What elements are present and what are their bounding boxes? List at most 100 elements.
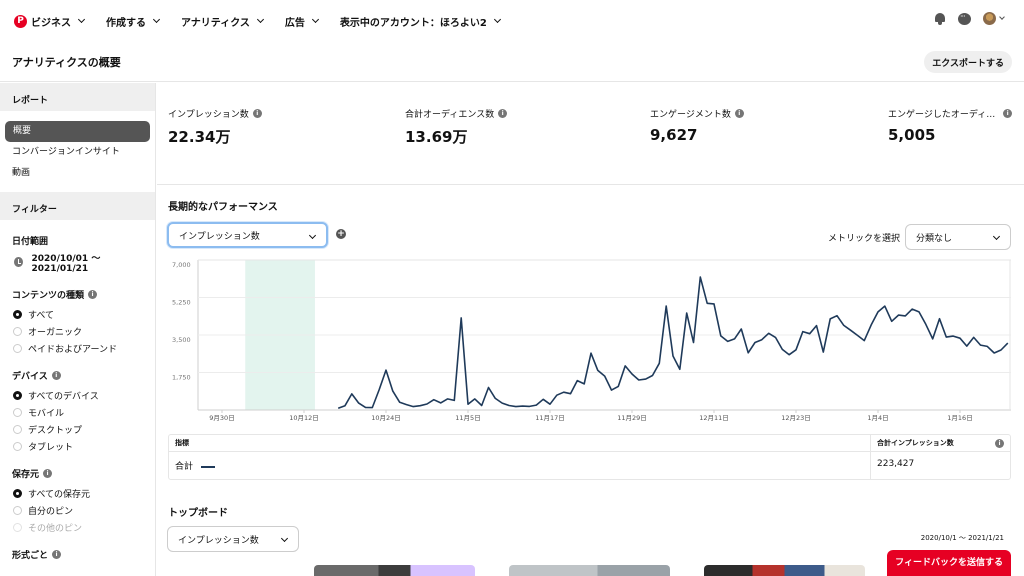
clock-icon xyxy=(14,257,23,267)
avatar[interactable] xyxy=(983,12,996,25)
info-icon[interactable]: i xyxy=(52,549,62,559)
x-tick-label: 10月12日 xyxy=(289,414,319,422)
chevron-down-icon xyxy=(311,15,319,24)
info-icon[interactable]: i xyxy=(498,109,508,118)
topboard-select-value: インプレッション数 xyxy=(178,535,259,546)
radio-label: ペイドおよびアーンド xyxy=(28,345,118,355)
table-row-label: 合計 xyxy=(175,459,216,472)
radio-device-all[interactable]: すべてのデバイス xyxy=(0,387,155,404)
bell-icon[interactable] xyxy=(934,12,946,25)
topboard-date-range: 2020/10/1 ～ 2021/1/21 xyxy=(920,534,1004,542)
radio-label: 自分のピン xyxy=(28,507,74,517)
radio-device-mobile[interactable]: モバイル xyxy=(0,404,155,421)
radio-content-organic[interactable]: オーガニック xyxy=(0,323,155,340)
metrics-summary: インプレッション数 i 22.34万 合計オーディエンス数 i 13.69万 エンゲ… xyxy=(157,83,1024,185)
performance-chart: 1,750 3,500 5,250 7,000 9月30日 10月12日 10月24日 11月… xyxy=(168,256,1011,426)
info-icon[interactable]: i xyxy=(734,109,744,118)
topboard-title: トップボード xyxy=(168,508,228,519)
nav-analytics[interactable]: アナリティクス xyxy=(181,14,264,29)
radio-selected-icon xyxy=(13,391,22,400)
chevron-down-icon xyxy=(308,231,317,240)
metric-label: エンゲージメント数 xyxy=(650,110,731,120)
performance-title: 長期的なパフォーマンス xyxy=(168,202,278,213)
x-tick-label: 11月5日 xyxy=(455,414,480,422)
sidebar-item-overview[interactable]: 概要 xyxy=(5,121,150,142)
nav-business-label: ビジネス xyxy=(31,17,71,29)
info-icon[interactable]: i xyxy=(995,439,1004,448)
feedback-button[interactable]: フィードバックを送信する xyxy=(887,550,1011,576)
x-tick-label: 12月11日 xyxy=(699,414,729,422)
metric-select-value: インプレッション数 xyxy=(179,231,260,242)
y-tick-label: 1,750 xyxy=(172,374,191,382)
nav-ads-label: 広告 xyxy=(284,17,305,29)
x-tick-label: 11月29日 xyxy=(617,414,647,422)
chat-icon[interactable] xyxy=(958,12,971,25)
topboard-select[interactable]: インプレッション数 xyxy=(167,526,299,552)
x-tick-label: 9月30日 xyxy=(209,414,234,422)
sidebar-item-conversion-insights[interactable]: コンバージョンインサイト xyxy=(0,142,155,163)
x-tick-label: 1月16日 xyxy=(947,414,972,422)
metric-label: インプレッション数 xyxy=(168,110,249,120)
radio-device-desktop[interactable]: デスクトップ xyxy=(0,421,155,438)
breakdown-select[interactable]: 分類なし xyxy=(905,224,1011,250)
metric-label: エンゲージしたオーディ… xyxy=(888,110,996,120)
metric-value: 13.69万 xyxy=(405,128,468,146)
metric-impressions: インプレッション数 i 22.34万 xyxy=(168,107,262,147)
nav-account[interactable]: 表示中のアカウント：ほろよい2 xyxy=(339,14,501,29)
x-tick-label: 12月23日 xyxy=(781,414,811,422)
radio-label: デスクトップ xyxy=(28,426,83,436)
date-range-label-text: 日付範囲 xyxy=(12,236,49,247)
impressions-series-line xyxy=(337,276,1009,410)
info-icon[interactable]: i xyxy=(88,289,98,299)
info-icon[interactable]: i xyxy=(252,109,262,118)
radio-selected-icon xyxy=(13,489,22,498)
radio-device-tablet[interactable]: タブレット xyxy=(0,438,155,455)
x-tick-label: 11月17日 xyxy=(535,414,565,422)
radio-empty-icon xyxy=(13,425,22,434)
breakdown-select-value: 分類なし xyxy=(916,233,953,244)
radio-content-paid[interactable]: ペイドおよびアーンド xyxy=(0,340,155,357)
board-thumbnail[interactable] xyxy=(509,565,670,576)
info-icon[interactable]: i xyxy=(43,468,53,478)
chevron-down-icon xyxy=(152,15,161,24)
chevron-down-icon[interactable] xyxy=(999,14,1005,20)
board-thumbnail[interactable] xyxy=(704,565,865,576)
chevron-down-icon xyxy=(256,15,264,24)
nav-business[interactable]: P ビジネス xyxy=(14,14,86,29)
radio-content-all[interactable]: すべて xyxy=(0,306,155,323)
radio-empty-icon xyxy=(13,327,22,336)
metric-engagements: エンゲージメント数 i 9,627 xyxy=(650,107,744,144)
y-tick-label: 3,500 xyxy=(172,336,191,344)
radio-label: すべての保存元 xyxy=(28,490,91,500)
content-type-label-text: コンテンツの種類 xyxy=(12,290,85,301)
format-label: 形式ごと i xyxy=(0,546,155,562)
sidebar-item-video[interactable]: 動画 xyxy=(0,163,155,184)
metric-select[interactable]: インプレッション数 xyxy=(167,222,328,248)
add-metric-icon[interactable]: + xyxy=(336,229,346,239)
metric-value: 5,005 xyxy=(888,126,936,144)
radio-empty-icon xyxy=(13,408,22,417)
content-type-label: コンテンツの種類 i xyxy=(0,286,155,302)
radio-label: すべて xyxy=(28,311,55,321)
row-label-text: 合計 xyxy=(175,462,194,472)
nav-create[interactable]: 作成する xyxy=(106,14,161,29)
source-label: 保存元 i xyxy=(0,465,155,481)
info-icon[interactable]: i xyxy=(1003,109,1013,118)
metric-total-audience: 合計オーディエンス数 i 13.69万 xyxy=(405,107,508,147)
radio-source-all[interactable]: すべての保存元 xyxy=(0,485,155,502)
board-thumbnail[interactable] xyxy=(314,565,475,576)
export-button[interactable]: エクスポートする xyxy=(924,51,1012,73)
radio-source-own[interactable]: 自分のピン xyxy=(0,502,155,519)
chevron-down-icon xyxy=(493,15,501,24)
chevron-down-icon xyxy=(280,534,289,543)
nav-account-label: 表示中のアカウント：ほろよい2 xyxy=(339,17,487,29)
info-icon[interactable]: i xyxy=(51,370,61,380)
date-range-picker[interactable]: 2020/10/01 ～ 2021/01/21 xyxy=(0,252,155,274)
metrics-table: 指標 合計インプレッション数 i 合計 223,427 xyxy=(168,434,1011,480)
table-header-metric: 指標 xyxy=(175,439,189,447)
radio-selected-icon xyxy=(13,310,22,319)
page-header: アナリティクスの概要 エクスポートする xyxy=(0,42,1024,82)
nav-ads[interactable]: 広告 xyxy=(284,14,319,29)
radio-label: すべてのデバイス xyxy=(28,392,99,402)
radio-empty-icon xyxy=(13,344,22,353)
